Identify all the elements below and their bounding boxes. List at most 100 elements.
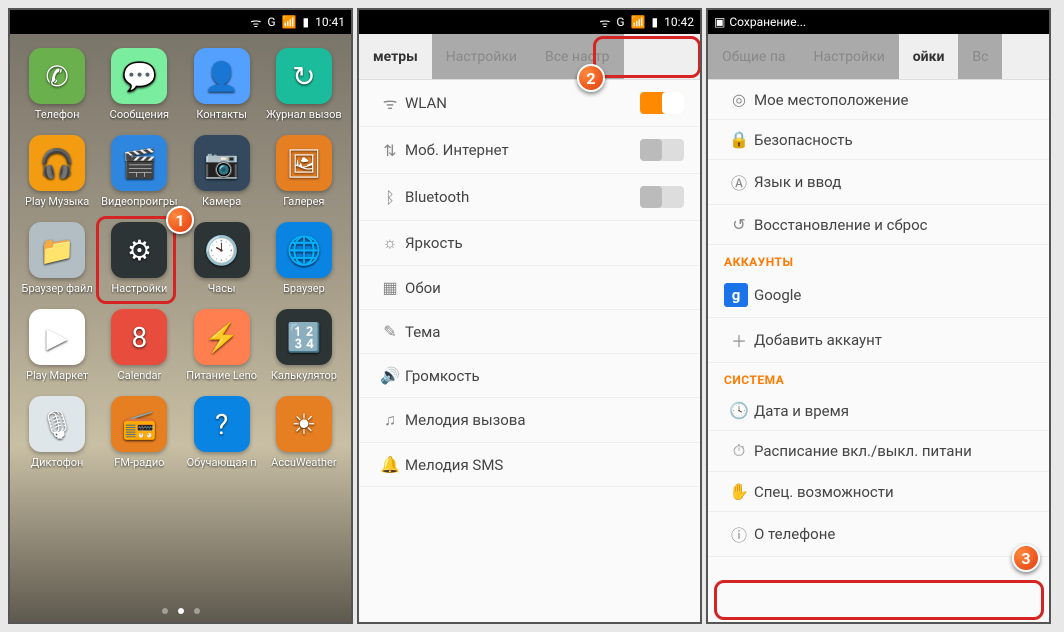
app-label: Калькулятор xyxy=(271,369,337,382)
app-file-browser[interactable]: 📁Браузер файл xyxy=(16,222,98,295)
row-label: Добавить аккаунт xyxy=(754,331,1033,349)
toggle-bluetooth[interactable] xyxy=(640,186,684,208)
toggle-mobile-data[interactable] xyxy=(640,139,684,161)
row-schedule-power[interactable]: ⏱Расписание вкл./выкл. питани xyxy=(708,431,1049,472)
toggle-wifi[interactable] xyxy=(640,92,684,114)
row-brightness[interactable]: ☼Яркость xyxy=(359,221,700,266)
phone-screen-home: ᯤ G 📶 ▮ 10:41 ✆Телефон💬Сообщения👤Контакт… xyxy=(8,8,353,624)
date-time-icon: 🕓 xyxy=(724,401,754,420)
page-dot[interactable] xyxy=(194,608,200,614)
row-label: Тема xyxy=(405,323,684,341)
row-mobile-data[interactable]: ⇅Моб. Интернет xyxy=(359,127,700,174)
tab-ойки[interactable]: ойки xyxy=(899,34,959,79)
tab-Общие па[interactable]: Общие па xyxy=(708,34,800,79)
row-label: Bluetooth xyxy=(405,188,640,206)
step-badge-2: 2 xyxy=(577,64,605,92)
app-label: Видеопроигры xyxy=(101,195,177,208)
app-fm-radio[interactable]: 📻FM-радио xyxy=(98,396,180,469)
row-label: Моб. Интернет xyxy=(405,141,640,159)
app-play-music[interactable]: 🎧Play Музыка xyxy=(16,135,98,208)
app-label: Play Маркет xyxy=(26,369,88,382)
app-calendar[interactable]: 8 Calendar xyxy=(98,309,180,382)
app-gallery[interactable]: 🖼 Галерея xyxy=(263,135,345,208)
app-recorder[interactable]: 🎙Диктофон xyxy=(16,396,98,469)
tab-bar: метрыНастройкиВсе настр xyxy=(359,34,700,80)
row-add-account[interactable]: ＋Добавить аккаунт xyxy=(708,318,1049,363)
brightness-icon: ☼ xyxy=(375,233,405,253)
tab-Вс[interactable]: Вс xyxy=(958,34,1002,79)
google-icon: g xyxy=(724,283,748,307)
saving-text: Сохранение... xyxy=(729,15,806,29)
row-date-time[interactable]: 🕓Дата и время xyxy=(708,391,1049,431)
row-label: Безопасность xyxy=(754,131,1033,149)
row-language[interactable]: ⒶЯзык и ввод xyxy=(708,160,1049,205)
messages-icon: 💬 xyxy=(111,48,167,104)
row-accessibility[interactable]: ✋Спец. возможности xyxy=(708,472,1049,512)
recorder-icon: 🎙 xyxy=(29,396,85,452)
language-icon: Ⓐ xyxy=(724,170,754,194)
app-messages[interactable]: 💬Сообщения xyxy=(98,48,180,121)
app-lenovo-power[interactable]: ⚡Питание Leno xyxy=(181,309,263,382)
row-location[interactable]: ◎Мое местоположение xyxy=(708,80,1049,120)
video-icon: 🎬 xyxy=(111,135,167,191)
settings-list[interactable]: ◎Мое местоположение🔒БезопасностьⒶЯзык и … xyxy=(708,80,1049,622)
app-video[interactable]: 🎬 Видеопроигры xyxy=(98,135,180,208)
row-label: Язык и ввод xyxy=(754,173,1033,191)
row-sms-tone[interactable]: 🔔Мелодия SMS xyxy=(359,443,700,487)
app-label: Телефон xyxy=(35,108,80,121)
battery-icon: ▮ xyxy=(303,15,310,29)
wifi-icon: ᯤ xyxy=(599,14,610,31)
gallery-icon: 🖼 xyxy=(276,135,332,191)
accuweather-icon: ☀ xyxy=(276,396,332,452)
row-wifi[interactable]: ᯤWLAN xyxy=(359,80,700,127)
app-clock[interactable]: 🕙Часы xyxy=(181,222,263,295)
wifi-icon: ᯤ xyxy=(375,92,405,114)
tab-метры[interactable]: метры xyxy=(359,34,432,79)
calculator-icon: 🔢 xyxy=(276,309,332,365)
row-theme[interactable]: ✎Тема xyxy=(359,310,700,354)
app-play-store[interactable]: ▶ Play Маркет xyxy=(16,309,98,382)
camera-icon: 📷 xyxy=(194,135,250,191)
app-label: Настройки xyxy=(111,282,167,295)
app-accuweather[interactable]: ☀AccuWeather xyxy=(263,396,345,469)
app-label: Calendar xyxy=(118,369,162,382)
tab-bar: Общие паНастройкиойкиВс xyxy=(708,34,1049,80)
page-dot[interactable] xyxy=(162,608,168,614)
row-volume[interactable]: 🔊Громкость xyxy=(359,354,700,398)
reset-icon: ↺ xyxy=(724,215,754,234)
row-about-phone[interactable]: ⓘО телефоне xyxy=(708,512,1049,557)
page-dot-active[interactable] xyxy=(178,608,184,614)
app-tutorial[interactable]: ?Обучающая п xyxy=(181,396,263,469)
row-ringtone[interactable]: ♫Мелодия вызова xyxy=(359,398,700,443)
settings-icon: ⚙ xyxy=(111,222,167,278)
theme-icon: ✎ xyxy=(375,322,405,341)
app-label: Галерея xyxy=(283,195,324,208)
signal-icon: 📶 xyxy=(631,15,646,29)
row-reset[interactable]: ↺Восстановление и сброс xyxy=(708,205,1049,245)
row-google[interactable]: gGoogle xyxy=(708,273,1049,318)
app-call-log[interactable]: ↻Журнал вызов xyxy=(263,48,345,121)
play-store-icon: ▶ xyxy=(29,309,85,365)
step-badge-3: 3 xyxy=(1012,544,1040,572)
app-calculator[interactable]: 🔢 Калькулятор xyxy=(263,309,345,382)
row-wallpaper[interactable]: ▦Обои xyxy=(359,266,700,310)
app-phone[interactable]: ✆Телефон xyxy=(16,48,98,121)
app-camera[interactable]: 📷Камера xyxy=(181,135,263,208)
tab-Настройки[interactable]: Настройки xyxy=(432,34,531,79)
app-browser[interactable]: 🌐Браузер xyxy=(263,222,345,295)
row-label: Громкость xyxy=(405,367,684,385)
settings-list[interactable]: ᯤWLAN⇅Моб. ИнтернетᛒBluetooth☼Яркость▦Об… xyxy=(359,80,700,622)
ringtone-icon: ♫ xyxy=(375,410,405,430)
row-bluetooth[interactable]: ᛒBluetooth xyxy=(359,174,700,221)
row-security[interactable]: 🔒Безопасность xyxy=(708,120,1049,160)
row-label: Дата и время xyxy=(754,402,1033,420)
tab-Настройки[interactable]: Настройки xyxy=(800,34,899,79)
signal-icon: 📶 xyxy=(282,15,297,29)
calendar-icon: 8 xyxy=(111,309,167,365)
app-contacts[interactable]: 👤Контакты xyxy=(181,48,263,121)
app-label: Браузер файл xyxy=(22,282,93,295)
signal-text: G xyxy=(616,15,624,29)
location-icon: ◎ xyxy=(724,90,754,109)
browser-icon: 🌐 xyxy=(276,222,332,278)
app-settings[interactable]: ⚙ Настройки xyxy=(98,222,180,295)
